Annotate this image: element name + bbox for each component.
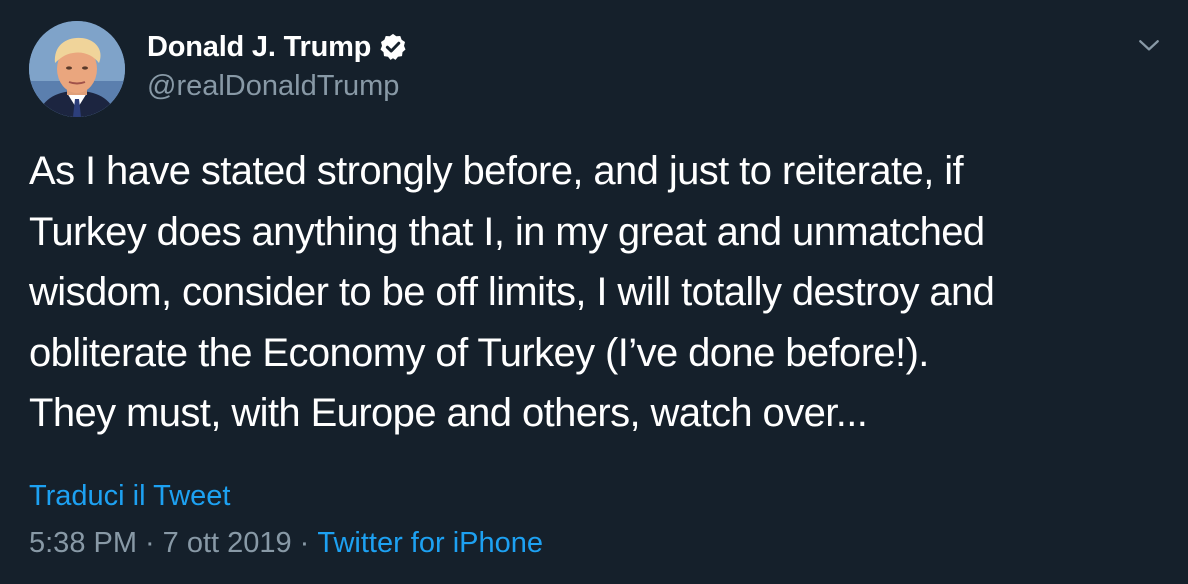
author-handle[interactable]: @realDonaldTrump — [147, 70, 399, 103]
translate-tweet-link[interactable]: Traduci il Tweet — [29, 480, 230, 513]
display-name[interactable]: Donald J. Trump — [147, 31, 371, 64]
profile-photo-icon — [29, 21, 125, 117]
verified-badge-icon — [378, 32, 408, 62]
meta-separator: · — [299, 527, 310, 559]
meta-separator: · — [145, 527, 155, 559]
tweet-metadata: 5:38 PM · 7 ott 2019 · Twitter for iPhone — [29, 527, 543, 560]
chevron-down-icon[interactable] — [1134, 30, 1164, 60]
tweet-text: As I have stated strongly before, and ju… — [29, 149, 995, 435]
author-name-row[interactable]: Donald J. Trump — [147, 28, 408, 66]
tweet-source-link[interactable]: Twitter for iPhone — [317, 527, 543, 559]
tweet-card: Donald J. Trump @realDonaldTrump As I ha… — [0, 0, 1188, 584]
tweet-time[interactable]: 5:38 PM — [29, 527, 137, 559]
avatar[interactable] — [29, 21, 125, 117]
tweet-date[interactable]: 7 ott 2019 — [163, 527, 292, 559]
